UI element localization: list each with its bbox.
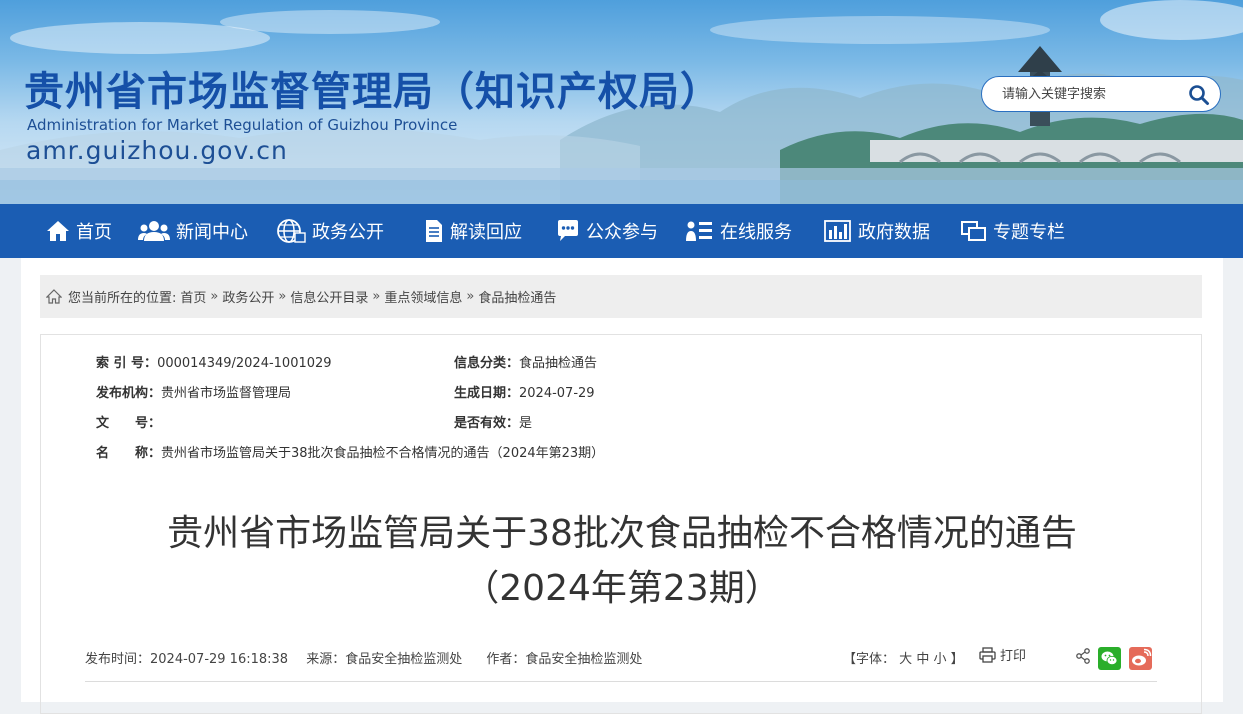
windows-icon (961, 221, 986, 241)
home-icon (47, 221, 69, 241)
meta-doc-number: 文 号： (96, 412, 161, 431)
meta-category: 信息分类：食品抽检通告 (454, 352, 597, 371)
divider (85, 681, 1157, 682)
publish-time: 发布时间：2024-07-29 16:18:38 (85, 652, 289, 667)
breadcrumb-link-catalog[interactable]: 信息公开目录 (290, 287, 368, 306)
content-panel: 您当前所在的位置: 首页 » 政务公开 » 信息公开目录 » 重点领域信息 » … (21, 258, 1223, 714)
breadcrumb-link-home[interactable]: 首页 (180, 287, 206, 306)
meta-name: 名 称：贵州省市场监管局关于38批次食品抽检不合格情况的通告（2024年第23期… (96, 442, 604, 461)
meta-date: 生成日期：2024-07-29 (454, 382, 595, 401)
meta-publisher-label: 发布机构： (96, 386, 162, 401)
meta-date-value: 2024-07-29 (519, 386, 595, 401)
article-title-line2: （2024年第23期） (463, 568, 781, 609)
breadcrumb-prefix: 您当前所在的位置: (68, 291, 177, 306)
meta-date-label: 生成日期： (454, 386, 520, 401)
meta-publisher-value: 贵州省市场监督管理局 (161, 386, 292, 401)
nav-item-interpretation[interactable]: 解读回应 (424, 204, 522, 258)
font-size-switcher: 【字体： 大 中 小 】 (843, 648, 964, 667)
globe-icon (277, 219, 306, 243)
nav-item-special-topics[interactable]: 专题专栏 (961, 204, 1065, 258)
user-list-icon (686, 221, 712, 241)
nav-label: 政府数据 (858, 222, 930, 243)
bar-chart-icon (824, 220, 851, 242)
nav-label: 解读回应 (450, 222, 522, 243)
document-icon (426, 220, 442, 242)
search-box (981, 76, 1221, 112)
home-outline-icon (46, 289, 62, 304)
breadcrumb-link-gov-affairs[interactable]: 政务公开 (222, 287, 274, 306)
printer-icon (979, 646, 996, 663)
font-size-prefix: 【字体： (843, 652, 896, 667)
nav-item-participation[interactable]: 公众参与 (556, 204, 658, 258)
nav-label: 首页 (76, 222, 112, 243)
nav-label: 公众参与 (586, 222, 658, 243)
chat-icon (558, 220, 578, 241)
font-size-medium[interactable]: 中 (916, 652, 929, 667)
site-title: 贵州省市场监督管理局（知识产权局） (24, 69, 721, 115)
breadcrumb-link-food-inspection[interactable]: 食品抽检通告 (478, 287, 556, 306)
nav-label: 政务公开 (312, 222, 384, 243)
nav-label: 新闻中心 (176, 222, 248, 243)
meta-validity: 是否有效：是 (454, 412, 532, 431)
meta-name-label: 名 称： (96, 446, 162, 461)
breadcrumb-separator: » (210, 289, 219, 304)
search-icon[interactable] (1188, 84, 1210, 106)
nav-item-gov-affairs[interactable]: 政务公开 (276, 204, 384, 258)
site-title-english: Administration for Market Regulation of … (27, 116, 458, 134)
meta-index-value: 000014349/2024-1001029 (157, 356, 332, 371)
site-domain: amr.guizhou.gov.cn (26, 136, 288, 165)
breadcrumb-link-key-areas[interactable]: 重点领域信息 (384, 287, 462, 306)
breadcrumb-separator: » (372, 289, 381, 304)
meta-valid-value: 是 (519, 416, 533, 431)
weibo-icon (1132, 648, 1152, 666)
font-size-suffix: 】 (950, 652, 964, 667)
article-info: 发布时间：2024-07-29 16:18:38 来源：食品安全抽检监测处 作者… (85, 648, 662, 667)
meta-category-value: 食品抽检通告 (519, 356, 598, 371)
nav-item-news[interactable]: 新闻中心 (138, 204, 248, 258)
print-button[interactable]: 打印 (979, 645, 1026, 664)
meta-doc-label: 文 号： (96, 416, 162, 431)
main-nav: 首页 新闻中心 政务公开 解读回应 公众参与 在线服务 政府数据 专题专栏 (0, 204, 1243, 258)
article-source: 来源：食品安全抽检监测处 (306, 652, 463, 667)
article-title: 贵州省市场监管局关于38批次食品抽检不合格情况的通告 （2024年第23期） (21, 506, 1223, 616)
nav-item-home[interactable]: 首页 (46, 204, 112, 258)
nav-item-online-service[interactable]: 在线服务 (686, 204, 792, 258)
meta-index: 索 引 号：000014349/2024-1001029 (96, 352, 332, 371)
people-icon (138, 221, 170, 241)
meta-index-label: 索 引 号： (96, 356, 158, 371)
weibo-share-button[interactable] (1129, 647, 1152, 670)
article-author: 作者：食品安全抽检监测处 (486, 652, 643, 667)
nav-label: 专题专栏 (993, 222, 1065, 243)
breadcrumb-separator: » (466, 289, 475, 304)
meta-valid-label: 是否有效： (454, 416, 520, 431)
search-input[interactable] (1002, 85, 1182, 103)
font-size-large[interactable]: 大 (899, 652, 912, 667)
breadcrumb: 您当前所在的位置: 首页 » 政务公开 » 信息公开目录 » 重点领域信息 » … (40, 275, 1202, 318)
header-banner: 贵州省市场监督管理局（知识产权局） Administration for Mar… (0, 0, 1243, 204)
wechat-share-button[interactable] (1098, 647, 1121, 670)
share-icon[interactable] (1075, 648, 1091, 664)
font-size-small[interactable]: 小 (933, 652, 946, 667)
meta-category-label: 信息分类： (454, 356, 520, 371)
breadcrumb-separator: » (278, 289, 287, 304)
nav-label: 在线服务 (720, 222, 792, 243)
wechat-icon (1101, 651, 1118, 666)
meta-publisher: 发布机构：贵州省市场监督管理局 (96, 382, 291, 401)
print-label: 打印 (1000, 649, 1027, 664)
meta-name-value: 贵州省市场监管局关于38批次食品抽检不合格情况的通告（2024年第23期） (161, 446, 605, 461)
article-title-line1: 贵州省市场监管局关于38批次食品抽检不合格情况的通告 (167, 513, 1077, 554)
nav-item-gov-data[interactable]: 政府数据 (824, 204, 930, 258)
